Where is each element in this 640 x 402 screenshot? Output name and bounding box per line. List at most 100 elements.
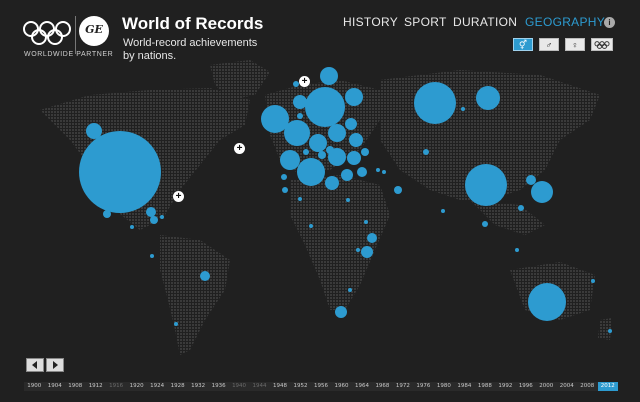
bubble-sudan[interactable] <box>364 220 368 224</box>
bubble-caribbean-1[interactable] <box>146 207 156 217</box>
bubble-middle-east-2[interactable] <box>382 170 386 174</box>
bubble-china[interactable] <box>465 164 507 206</box>
expand-plus-icon[interactable]: + <box>299 76 310 87</box>
bubble-greece[interactable] <box>325 176 339 190</box>
nav-history[interactable]: HISTORY <box>343 15 398 29</box>
nav-geography[interactable]: GEOGRAPHY <box>525 15 605 29</box>
bubble-germany[interactable] <box>309 134 327 152</box>
bubble-south-africa[interactable] <box>335 306 347 318</box>
bubble-netherlands[interactable] <box>284 120 310 146</box>
bubble-sweden[interactable] <box>305 87 345 127</box>
bubble-india[interactable] <box>441 209 445 213</box>
timeline-year-1988[interactable]: 1988 <box>475 382 495 391</box>
timeline-year-1956[interactable]: 1956 <box>311 382 331 391</box>
timeline-year-1972[interactable]: 1972 <box>393 382 413 391</box>
bubble-turkey[interactable] <box>357 167 367 177</box>
timeline-year-1984[interactable]: 1984 <box>454 382 474 391</box>
timeline-year-2000[interactable]: 2000 <box>536 382 556 391</box>
bubble-belarus[interactable] <box>345 118 357 130</box>
bubble-russia-w[interactable] <box>345 88 363 106</box>
timeline-year-1900[interactable]: 1900 <box>24 382 44 391</box>
timeline-year-2004[interactable]: 2004 <box>557 382 577 391</box>
bubble-new-zealand[interactable] <box>608 329 612 333</box>
expand-plus-icon[interactable]: + <box>173 191 184 202</box>
bubble-japan[interactable] <box>531 181 553 203</box>
timeline-year-1948[interactable]: 1948 <box>270 382 290 391</box>
bubble-russia-small[interactable] <box>461 107 465 111</box>
bubble-caribbean-2[interactable] <box>150 216 158 224</box>
bubble-portugal[interactable] <box>282 187 288 193</box>
bubble-russia-center[interactable] <box>414 82 456 124</box>
timeline-year-1976[interactable]: 1976 <box>413 382 433 391</box>
bubble-middle-east[interactable] <box>376 168 380 172</box>
timeline-year-1992[interactable]: 1992 <box>495 382 515 391</box>
timeline-year-1968[interactable]: 1968 <box>372 382 392 391</box>
bubble-morocco[interactable] <box>298 197 302 201</box>
bubble-brazil[interactable] <box>150 254 154 258</box>
prev-button[interactable] <box>26 358 44 372</box>
nav-sport[interactable]: SPORT <box>404 15 447 29</box>
filter-both-genders[interactable]: ⚥ <box>513 38 533 51</box>
bubble-kazakhstan[interactable] <box>423 149 429 155</box>
bubble-romania[interactable] <box>347 151 361 165</box>
bubble-indonesia[interactable] <box>515 248 519 252</box>
bubble-argentina[interactable] <box>174 322 178 326</box>
timeline-year-1912[interactable]: 1912 <box>86 382 106 391</box>
bubble-new-caledonia[interactable] <box>591 279 595 283</box>
timeline-year-2008[interactable]: 2008 <box>577 382 597 391</box>
bubble-poland[interactable] <box>328 124 346 142</box>
bubble-russia-east[interactable] <box>476 86 500 110</box>
timeline-year-1996[interactable]: 1996 <box>516 382 536 391</box>
bubble-spain[interactable] <box>281 174 287 180</box>
timeline-year-1924[interactable]: 1924 <box>147 382 167 391</box>
bubble-switzerland[interactable] <box>303 149 309 155</box>
info-icon[interactable]: i <box>604 17 615 28</box>
bubble-colombia[interactable] <box>200 271 210 281</box>
timeline-year-1940[interactable]: 1940 <box>229 382 249 391</box>
bubble-canada[interactable] <box>86 123 102 139</box>
bubble-ethiopia[interactable] <box>367 233 377 243</box>
bubble-france[interactable] <box>280 150 300 170</box>
bubble-australia[interactable] <box>528 283 566 321</box>
bubble-estonia[interactable] <box>361 148 369 156</box>
timeline-year-2012[interactable]: 2012 <box>597 382 618 391</box>
bubble-czech[interactable] <box>318 151 326 159</box>
timeline-year-1920[interactable]: 1920 <box>127 382 147 391</box>
bubble-denmark[interactable] <box>297 113 303 119</box>
bubble-taiwan[interactable] <box>518 205 524 211</box>
timeline-year-1936[interactable]: 1936 <box>209 382 229 391</box>
bubble-mexico[interactable] <box>103 210 111 218</box>
timeline-year-1952[interactable]: 1952 <box>291 382 311 391</box>
nav-duration[interactable]: DURATION <box>453 15 517 29</box>
filter-female[interactable]: ♀ <box>565 38 585 51</box>
bubble-italy[interactable] <box>297 158 325 186</box>
timeline-year-1932[interactable]: 1932 <box>188 382 208 391</box>
timeline-year-1916[interactable]: 1916 <box>106 382 126 391</box>
timeline-year-1944[interactable]: 1944 <box>250 382 270 391</box>
bubble-hungary[interactable] <box>328 148 346 166</box>
bubble-kenya[interactable] <box>361 246 373 258</box>
bubble-pacific[interactable] <box>130 225 134 229</box>
bubble-uganda[interactable] <box>356 248 360 252</box>
bubble-zimbabwe[interactable] <box>348 288 352 292</box>
bubble-usa[interactable] <box>79 131 161 213</box>
bubble-norway[interactable] <box>293 95 307 109</box>
timeline-year-1904[interactable]: 1904 <box>45 382 65 391</box>
timeline-year-1960[interactable]: 1960 <box>331 382 351 391</box>
bubble-bulgaria[interactable] <box>341 169 353 181</box>
timeline-year-1908[interactable]: 1908 <box>65 382 85 391</box>
bubble-iran[interactable] <box>394 186 402 194</box>
timeline-year-1980[interactable]: 1980 <box>434 382 454 391</box>
filter-male[interactable]: ♂ <box>539 38 559 51</box>
bubble-korea[interactable] <box>526 175 536 185</box>
timeline-year-1928[interactable]: 1928 <box>168 382 188 391</box>
bubble-thailand[interactable] <box>482 221 488 227</box>
bubble-nigeria[interactable] <box>309 224 313 228</box>
filter-olympic[interactable] <box>591 38 613 51</box>
bubble-egypt[interactable] <box>346 198 350 202</box>
timeline-year-1964[interactable]: 1964 <box>352 382 372 391</box>
next-button[interactable] <box>46 358 64 372</box>
expand-plus-icon[interactable]: + <box>234 143 245 154</box>
bubble-ukraine[interactable] <box>349 133 363 147</box>
bubble-caribbean-3[interactable] <box>160 215 164 219</box>
